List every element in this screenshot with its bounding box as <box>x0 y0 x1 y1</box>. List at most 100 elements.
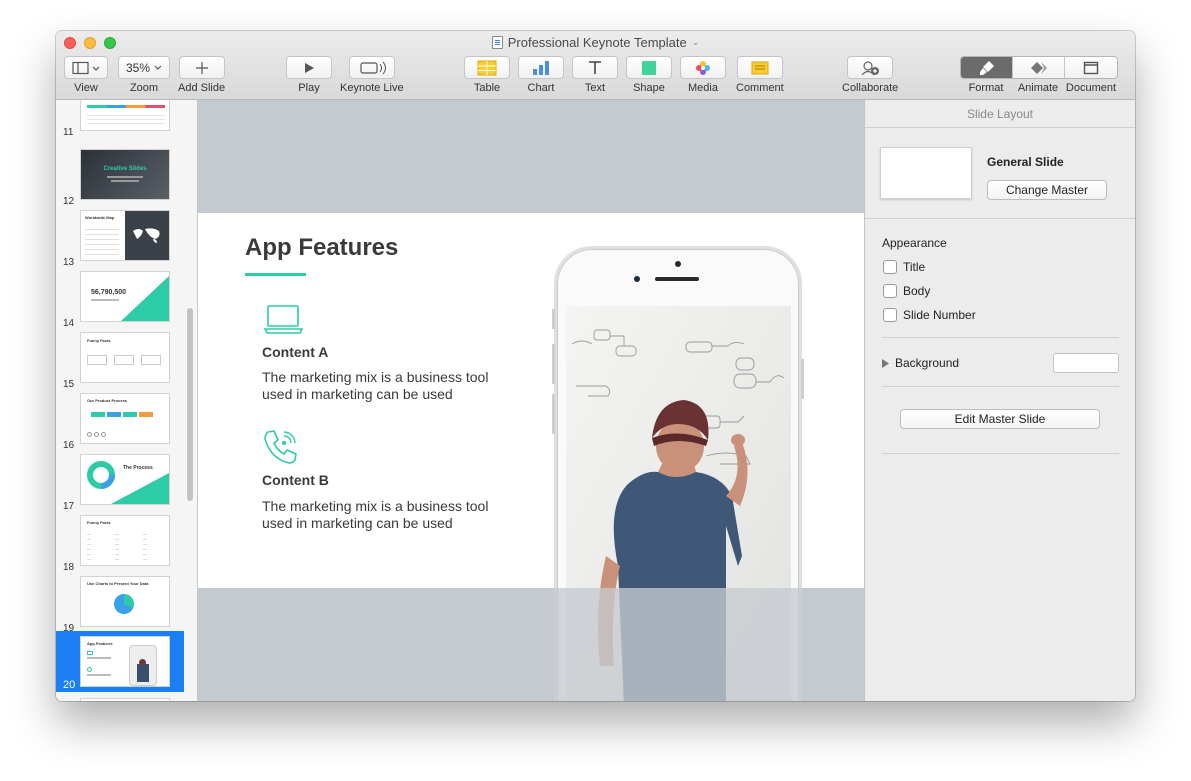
slide-thumb <box>80 100 170 131</box>
media-control[interactable]: Media <box>680 56 726 94</box>
keynote-live-icon <box>360 61 386 74</box>
navigator-scrollbar[interactable] <box>187 308 193 501</box>
table-control[interactable]: Table <box>464 56 510 94</box>
play-button[interactable] <box>286 56 332 79</box>
slide-thumbnail-20[interactable]: App Features 20 <box>56 631 184 692</box>
slide-canvas[interactable]: App Features Content A The marketing mix… <box>198 100 864 701</box>
slide-thumbnail-16[interactable]: Our Product Process 16 <box>56 391 184 452</box>
table-icon <box>477 60 497 75</box>
slide-thumbnail-15[interactable]: Funny Facts 15 <box>56 330 184 391</box>
window-title[interactable]: Professional Keynote Template ⌄ <box>56 35 1135 50</box>
title-checkbox[interactable] <box>883 260 897 274</box>
appearance-label: Appearance <box>882 236 947 250</box>
add-slide-label: Add Slide <box>178 82 226 94</box>
phone-camera <box>634 276 640 282</box>
content-b-heading[interactable]: Content B <box>262 472 329 488</box>
keynote-live-button[interactable] <box>348 56 395 79</box>
content-a-body[interactable]: The marketing mix is a business tool use… <box>262 369 512 403</box>
animate-label: Animate <box>1017 82 1059 94</box>
slide-thumb: 56,790,500 <box>80 271 170 322</box>
animate-icon <box>1030 61 1047 74</box>
collaborate-control[interactable]: Collaborate <box>842 56 898 94</box>
comment-button[interactable] <box>736 56 783 79</box>
master-thumbnail[interactable] <box>880 147 972 199</box>
comment-control[interactable]: Comment <box>736 56 784 94</box>
play-icon <box>305 62 314 73</box>
play-control[interactable]: Play <box>286 56 332 94</box>
chart-control[interactable]: Chart <box>518 56 564 94</box>
text-control[interactable]: Text <box>572 56 618 94</box>
phone-call-icon <box>264 430 297 464</box>
slide-thumbnail-19[interactable]: Use Charts to Present Your Data 19 <box>56 574 184 635</box>
zoom-label: Zoom <box>129 82 159 94</box>
document-icon <box>1083 61 1099 74</box>
collaborate-icon <box>861 60 880 75</box>
slide-thumbnail-11[interactable]: 11 <box>56 100 184 139</box>
inspector-tabs[interactable] <box>960 56 1118 79</box>
slide-thumb: The Process <box>80 454 170 505</box>
view-button[interactable] <box>64 56 108 79</box>
slide-number: 20 <box>63 679 76 691</box>
inspector-segmented-control[interactable]: Format Animate Document <box>960 56 1118 94</box>
keynote-doc-icon <box>491 36 503 49</box>
edit-master-slide-button[interactable]: Edit Master Slide <box>900 409 1100 429</box>
phone-side-button <box>801 359 804 399</box>
shape-label: Shape <box>633 82 665 94</box>
slide-thumbnail-13[interactable]: Worldwide Map 13 <box>56 208 184 269</box>
add-slide-button[interactable] <box>178 56 225 79</box>
collaborate-button[interactable] <box>847 56 894 79</box>
shape-icon <box>642 60 656 75</box>
slide-number: 17 <box>63 501 75 512</box>
text-button[interactable] <box>572 56 618 79</box>
slide-thumbnail-17[interactable]: The Process 17 <box>56 452 184 513</box>
slide-number-checkbox[interactable] <box>883 308 897 322</box>
divider <box>882 386 1119 387</box>
format-inspector: Slide Layout General Slide Change Master… <box>864 100 1135 701</box>
shape-button[interactable] <box>626 56 672 79</box>
document-tab[interactable] <box>1065 57 1117 78</box>
slide-thumb: Funny Facts <box>80 332 170 383</box>
slide-thumbnail-18[interactable]: Funny Facts 18 <box>56 513 184 574</box>
table-label: Table <box>473 82 501 94</box>
slide-thumb: App Features <box>80 636 170 687</box>
slide-title[interactable]: App Features <box>245 234 398 262</box>
slide-navigator[interactable]: 11 Creative Slides 12 Worldwide Map 13 5… <box>56 100 198 701</box>
content-b-body[interactable]: The marketing mix is a business tool use… <box>262 498 512 532</box>
content-a-heading[interactable]: Content A <box>262 344 328 360</box>
change-master-button[interactable]: Change Master <box>987 180 1107 200</box>
format-label: Format <box>968 82 1004 94</box>
slide-thumbnail-21[interactable] <box>56 696 184 701</box>
area-decoration <box>121 276 169 321</box>
comment-label: Comment <box>736 82 784 94</box>
media-label: Media <box>688 82 718 94</box>
thumb-title: Creative Slides <box>103 166 147 172</box>
keynote-live-control[interactable]: Keynote Live <box>340 56 404 94</box>
slide-thumbnail-14[interactable]: 56,790,500 14 <box>56 269 184 330</box>
animate-tab[interactable] <box>1013 57 1065 78</box>
zoom-value: 35% <box>125 60 151 75</box>
view-control[interactable]: View <box>64 56 108 94</box>
thumb-title: Funny Facts <box>87 338 111 343</box>
zoom-control[interactable]: 35% Zoom <box>118 56 170 94</box>
shape-control[interactable]: Shape <box>626 56 672 94</box>
body-checkbox-row[interactable]: Body <box>883 284 930 298</box>
chart-button[interactable] <box>518 56 564 79</box>
add-slide-control[interactable]: Add Slide <box>178 56 225 94</box>
background-color-well[interactable] <box>1053 353 1119 373</box>
thumb-title: Funny Facts <box>87 520 111 525</box>
background-disclosure[interactable]: Background <box>882 356 959 370</box>
media-button[interactable] <box>680 56 726 79</box>
slide-number-checkbox-row[interactable]: Slide Number <box>883 308 976 322</box>
chart-label: Chart <box>527 82 555 94</box>
title-checkbox-row[interactable]: Title <box>883 260 925 274</box>
pie-chart-icon <box>114 594 134 614</box>
view-icon <box>72 61 100 74</box>
thumb-title: The Process <box>123 465 153 471</box>
format-tab[interactable] <box>961 57 1013 78</box>
table-button[interactable] <box>464 56 510 79</box>
zoom-button[interactable]: 35% <box>118 56 170 79</box>
process-diagram <box>87 461 169 504</box>
body-checkbox[interactable] <box>883 284 897 298</box>
phone-speaker-dot <box>675 261 681 267</box>
slide-thumbnail-12[interactable]: Creative Slides 12 <box>56 147 184 208</box>
